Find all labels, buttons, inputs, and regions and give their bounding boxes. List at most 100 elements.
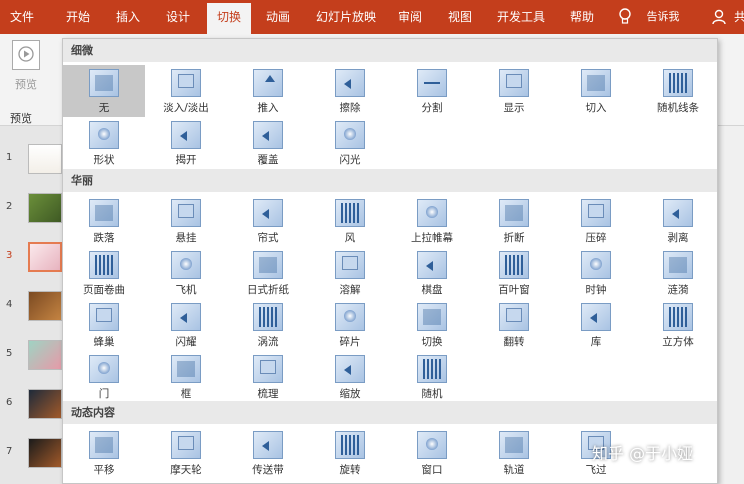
slide-thumbnail[interactable]: 5 bbox=[0, 336, 62, 380]
transition-effect-icon bbox=[171, 69, 201, 97]
transition-item-label: 平移 bbox=[93, 464, 115, 476]
transition-item-label: 压碎 bbox=[585, 232, 607, 244]
transition-item[interactable]: 分割 bbox=[391, 65, 473, 117]
slide-number: 1 bbox=[6, 152, 13, 163]
transition-item[interactable]: 跌落 bbox=[63, 195, 145, 247]
transition-item[interactable]: 闪耀 bbox=[145, 299, 227, 351]
transition-effect-icon bbox=[335, 355, 365, 383]
slide-thumbnail[interactable]: 2 bbox=[0, 189, 62, 233]
transition-item[interactable]: 压碎 bbox=[555, 195, 637, 247]
transition-item[interactable]: 溶解 bbox=[309, 247, 391, 299]
transition-item[interactable]: 揭开 bbox=[145, 117, 227, 169]
slide-thumbnail[interactable]: 1 bbox=[0, 140, 62, 184]
transition-item-label: 溶解 bbox=[339, 284, 361, 296]
transition-effect-icon bbox=[89, 303, 119, 331]
transition-item[interactable]: 闪光 bbox=[309, 117, 391, 169]
transition-item-label: 擦除 bbox=[339, 102, 361, 114]
tab-file[interactable]: 文件 bbox=[0, 0, 44, 34]
transition-item[interactable]: 折断 bbox=[473, 195, 555, 247]
transition-item[interactable]: 涟漪 bbox=[637, 247, 717, 299]
tab-review[interactable]: 审阅 bbox=[390, 0, 430, 34]
transition-item[interactable]: 摩天轮 bbox=[145, 427, 227, 479]
transition-item[interactable]: 梳理 bbox=[227, 351, 309, 403]
tab-animations[interactable]: 动画 bbox=[258, 0, 298, 34]
slide-thumbnail[interactable]: 4 bbox=[0, 287, 62, 331]
transition-item[interactable]: 淡入/淡出 bbox=[145, 65, 227, 117]
transition-item[interactable]: 蜂巢 bbox=[63, 299, 145, 351]
transition-item-label: 百叶窗 bbox=[498, 284, 530, 296]
transition-item[interactable]: 框 bbox=[145, 351, 227, 403]
preview-label: 预览 bbox=[15, 78, 37, 91]
transition-item[interactable]: 库 bbox=[555, 299, 637, 351]
transition-effect-icon bbox=[499, 303, 529, 331]
transition-item[interactable]: 旋转 bbox=[309, 427, 391, 479]
preview-group-label: 预览 bbox=[10, 112, 32, 125]
transition-effect-icon bbox=[253, 199, 283, 227]
tab-transitions[interactable]: 切换 bbox=[207, 3, 251, 34]
transition-item-label: 窗口 bbox=[421, 464, 443, 476]
transition-item[interactable]: 无 bbox=[63, 65, 145, 117]
transition-item[interactable]: 立方体 bbox=[637, 299, 717, 351]
transition-gallery: 细微无 淡入/淡出 推入 擦除 分割 显示 切入 随机线条 形状 揭开 覆盖 闪光 华丽 跌落 悬挂 帘式 风 上… bbox=[62, 38, 718, 484]
transition-item[interactable]: 碎片 bbox=[309, 299, 391, 351]
transition-item[interactable]: 显示 bbox=[473, 65, 555, 117]
transition-item[interactable]: 推入 bbox=[227, 65, 309, 117]
slide-thumbnail[interactable]: 3 bbox=[0, 238, 62, 282]
transition-effect-icon bbox=[89, 69, 119, 97]
transition-item-label: 随机线条 bbox=[657, 102, 699, 114]
transition-effect-icon bbox=[171, 199, 201, 227]
transition-item[interactable]: 页面卷曲 bbox=[63, 247, 145, 299]
transition-item[interactable]: 轨道 bbox=[473, 427, 555, 479]
transition-item[interactable]: 擦除 bbox=[309, 65, 391, 117]
transition-item-label: 翻转 bbox=[503, 336, 525, 348]
transition-item[interactable]: 随机 bbox=[391, 351, 473, 403]
transition-item-label: 门 bbox=[98, 388, 110, 400]
share-button[interactable]: 共 bbox=[730, 0, 744, 34]
transition-item[interactable]: 悬挂 bbox=[145, 195, 227, 247]
transition-item[interactable]: 日式折纸 bbox=[227, 247, 309, 299]
gallery-section-header: 华丽 bbox=[63, 169, 717, 192]
slide-thumbnail[interactable]: 7 bbox=[0, 434, 62, 478]
tab-insert[interactable]: 插入 bbox=[108, 0, 148, 34]
transition-item[interactable]: 形状 bbox=[63, 117, 145, 169]
transition-item[interactable]: 风 bbox=[309, 195, 391, 247]
transition-item[interactable]: 剥离 bbox=[637, 195, 717, 247]
transition-item[interactable]: 棋盘 bbox=[391, 247, 473, 299]
transition-item-label: 梳理 bbox=[257, 388, 279, 400]
transition-item[interactable]: 涡流 bbox=[227, 299, 309, 351]
preview-button[interactable]: 预览 bbox=[4, 38, 52, 98]
slide-thumbnail[interactable]: 6 bbox=[0, 385, 62, 429]
transition-item[interactable]: 窗口 bbox=[391, 427, 473, 479]
slide-number: 7 bbox=[6, 446, 13, 457]
tab-design[interactable]: 设计 bbox=[158, 0, 198, 34]
transition-item[interactable]: 覆盖 bbox=[227, 117, 309, 169]
tab-help[interactable]: 帮助 bbox=[562, 0, 602, 34]
transition-item-label: 蜂巢 bbox=[93, 336, 115, 348]
transition-item[interactable]: 平移 bbox=[63, 427, 145, 479]
transition-item[interactable]: 百叶窗 bbox=[473, 247, 555, 299]
transition-effect-icon bbox=[89, 251, 119, 279]
transition-item[interactable]: 缩放 bbox=[309, 351, 391, 403]
transition-item-label: 折断 bbox=[503, 232, 525, 244]
tab-developer[interactable]: 开发工具 bbox=[490, 0, 552, 34]
transition-item[interactable]: 上拉帷幕 bbox=[391, 195, 473, 247]
transition-item[interactable]: 时钟 bbox=[555, 247, 637, 299]
transition-effect-icon bbox=[171, 355, 201, 383]
transition-item-label: 剥离 bbox=[667, 232, 689, 244]
transition-effect-icon bbox=[253, 303, 283, 331]
preview-icon bbox=[12, 40, 40, 70]
tab-slideshow[interactable]: 幻灯片放映 bbox=[308, 0, 384, 34]
transition-item[interactable]: 翻转 bbox=[473, 299, 555, 351]
transition-effect-icon bbox=[417, 251, 447, 279]
transition-item[interactable]: 传送带 bbox=[227, 427, 309, 479]
transition-item[interactable]: 随机线条 bbox=[637, 65, 717, 117]
transition-item[interactable]: 切入 bbox=[555, 65, 637, 117]
transition-item[interactable]: 飞机 bbox=[145, 247, 227, 299]
transition-item[interactable]: 帘式 bbox=[227, 195, 309, 247]
transition-item[interactable]: 切换 bbox=[391, 299, 473, 351]
tab-home[interactable]: 开始 bbox=[58, 0, 98, 34]
tab-view[interactable]: 视图 bbox=[440, 0, 480, 34]
transition-effect-icon bbox=[581, 69, 611, 97]
transition-item[interactable]: 门 bbox=[63, 351, 145, 403]
tell-me-search[interactable]: 告诉我 bbox=[638, 0, 688, 34]
